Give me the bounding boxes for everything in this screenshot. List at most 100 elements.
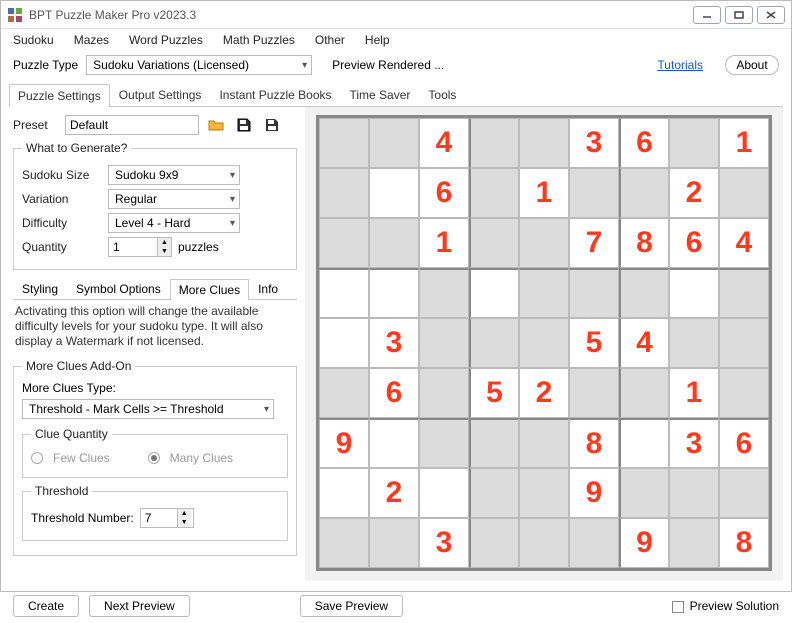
sudoku-cell [469,518,519,568]
sudoku-cell [569,368,619,418]
sudoku-cell [519,518,569,568]
maximize-button[interactable] [725,6,753,24]
sudoku-cell [419,418,469,468]
sudoku-cell [669,268,719,318]
sudoku-cell [519,118,569,168]
create-button[interactable]: Create [13,595,79,617]
threshold-up[interactable]: ▲ [178,509,191,518]
quantity-input[interactable] [109,238,157,256]
sudoku-cell [419,318,469,368]
more-clues-type-select[interactable]: Threshold - Mark Cells >= Threshold [22,399,274,419]
sudoku-cell: 3 [669,418,719,468]
menu-mazes[interactable]: Mazes [74,33,109,47]
sudoku-cell: 3 [369,318,419,368]
sudoku-cell: 6 [619,118,669,168]
about-button[interactable]: About [725,55,779,75]
more-clues-note: Activating this option will change the a… [13,300,297,353]
quantity-down[interactable]: ▼ [158,247,171,256]
menu-sudoku[interactable]: Sudoku [13,33,54,47]
sudoku-cell [369,268,419,318]
sudoku-cell: 4 [719,218,769,268]
preview-solution-checkbox[interactable]: Preview Solution [672,599,779,613]
title-bar: BPT Puzzle Maker Pro v2023.3 [1,1,791,29]
sudoku-cell [719,318,769,368]
tab-instant-puzzle-books[interactable]: Instant Puzzle Books [210,83,340,106]
sudoku-cell: 1 [719,118,769,168]
variation-select[interactable]: Regular [108,189,240,209]
open-preset-button[interactable] [205,115,227,135]
sudoku-cell [469,218,519,268]
sudoku-cell: 6 [669,218,719,268]
sudoku-cell [619,368,669,418]
sudoku-cell: 7 [569,218,619,268]
few-clues-radio [31,452,43,464]
top-toolbar: Puzzle Type Sudoku Variations (Licensed)… [1,51,791,79]
what-to-generate-group: What to Generate? Sudoku Size Sudoku 9x9… [13,141,297,270]
sudoku-cell: 3 [419,518,469,568]
save-preview-button[interactable]: Save Preview [300,595,403,617]
sudoku-cell: 8 [619,218,669,268]
sudoku-cell [319,118,369,168]
puzzle-type-select[interactable]: Sudoku Variations (Licensed) [86,55,312,75]
tab-output-settings[interactable]: Output Settings [110,83,211,106]
tab-time-saver[interactable]: Time Saver [341,83,420,106]
quantity-label: Quantity [22,240,102,254]
next-preview-button[interactable]: Next Preview [89,595,190,617]
many-clues-label: Many Clues [170,451,233,465]
menu-other[interactable]: Other [315,33,345,47]
app-icon [7,7,23,23]
difficulty-label: Difficulty [22,216,102,230]
sudoku-cell [619,418,669,468]
threshold-down[interactable]: ▼ [178,518,191,527]
threshold-input[interactable] [141,509,177,527]
preset-input[interactable]: Default [65,115,199,135]
tab-puzzle-settings[interactable]: Puzzle Settings [9,84,110,107]
quantity-unit: puzzles [178,240,219,254]
menu-word-puzzles[interactable]: Word Puzzles [129,33,203,47]
sudoku-cell: 6 [719,418,769,468]
save-preset-button[interactable] [233,115,255,135]
sudoku-cell [719,168,769,218]
sudoku-cell [469,468,519,518]
sudoku-size-select[interactable]: Sudoku 9x9 [108,165,240,185]
sub-tabs: Styling Symbol Options More Clues Info [13,278,297,300]
sudoku-cell: 2 [519,368,569,418]
variation-label: Variation [22,192,102,206]
sudoku-cell [419,468,469,518]
tutorials-link[interactable]: Tutorials [657,58,703,72]
subtab-more-clues[interactable]: More Clues [170,279,249,300]
quantity-up[interactable]: ▲ [158,238,171,247]
sudoku-cell [419,268,469,318]
sudoku-cell: 4 [419,118,469,168]
close-button[interactable] [757,6,785,24]
sudoku-cell: 3 [569,118,619,168]
sudoku-cell [569,268,619,318]
subtab-symbol-options[interactable]: Symbol Options [67,278,170,299]
sudoku-cell: 9 [619,518,669,568]
preset-label: Preset [13,118,59,132]
save-all-preset-button[interactable]: + [261,115,283,135]
sudoku-cell [319,218,369,268]
menu-math-puzzles[interactable]: Math Puzzles [223,33,295,47]
threshold-group: Threshold Threshold Number: ▲▼ [22,484,288,541]
sudoku-cell [569,168,619,218]
sudoku-cell: 5 [469,368,519,418]
menu-help[interactable]: Help [365,33,390,47]
difficulty-select[interactable]: Level 4 - Hard [108,213,240,233]
subtab-info[interactable]: Info [249,278,287,299]
svg-text:+: + [276,117,280,126]
minimize-button[interactable] [693,6,721,24]
sudoku-cell [619,168,669,218]
sudoku-cell [319,168,369,218]
tab-tools[interactable]: Tools [419,83,465,106]
quantity-spinner[interactable]: ▲▼ [108,237,172,257]
bottom-toolbar: Create Next Preview Save Preview Preview… [1,589,791,623]
settings-panel: Preset Default + What to Generate? Sudok… [9,107,305,581]
sudoku-cell [519,268,569,318]
sudoku-cell [669,118,719,168]
clue-quantity-group: Clue Quantity Few Clues Many Clues [22,427,288,478]
threshold-spinner[interactable]: ▲▼ [140,508,194,528]
subtab-styling[interactable]: Styling [13,278,67,299]
sudoku-cell [469,118,519,168]
sudoku-cell [619,468,669,518]
